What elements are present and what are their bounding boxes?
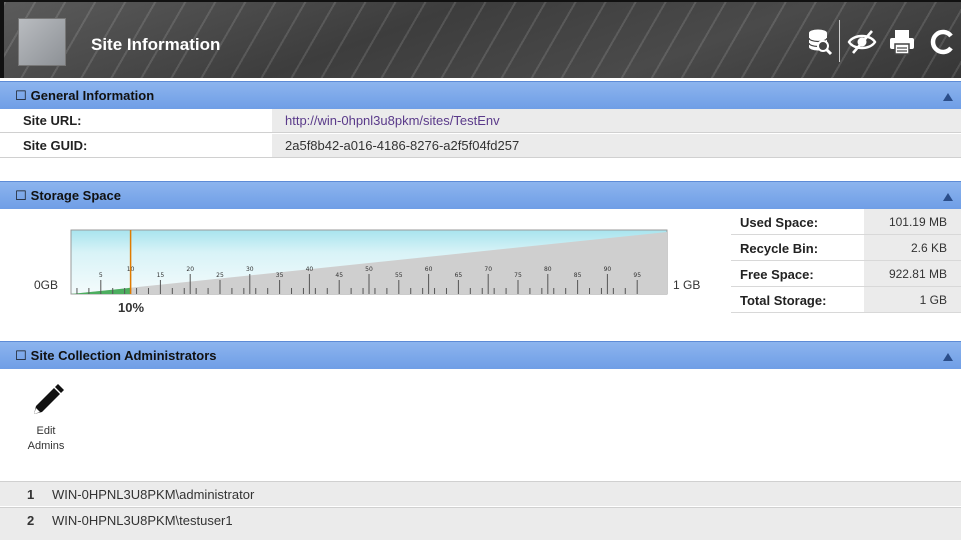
site-collection-administrators-header[interactable]: ☐ Site Collection Administrators [0,341,961,369]
page-title: Site Information [91,35,221,54]
collapse-box-icon[interactable]: ☐ [15,348,27,364]
recycle-bin-row: Recycle Bin: 2.6 KB [731,235,961,261]
stat-label: Total Storage: [731,287,864,312]
gauge-tick-label: 45 [335,272,343,279]
stat-value: 2.6 KB [864,235,961,260]
storage-gauge: 5101520253035404550556065707580859095 0G… [0,209,730,333]
site-thumbnail [18,18,66,66]
title-bar: Site Information [0,0,961,78]
gauge-tick-label: 80 [544,266,552,273]
free-space-row: Free Space: 922.81 MB [731,261,961,287]
stat-value: 1 GB [864,287,961,312]
gauge-tick-label: 75 [514,272,522,279]
gauge-tick-label: 35 [276,272,284,279]
edit-admins-label-line2: Admins [27,440,65,452]
gauge-max-label: 1 GB [673,278,701,292]
gauge-tick-label: 30 [246,266,254,273]
edit-admins-button[interactable]: Edit Admins [18,380,74,454]
refresh-icon[interactable] [926,24,958,60]
gauge-tick-label: 70 [484,266,492,273]
administrators-panel: Edit Admins [0,370,961,480]
site-guid-row: Site GUID: 2a5f8b42-a016-4186-8276-a2f5f… [0,134,961,158]
collapse-box-icon[interactable]: ☐ [15,88,27,104]
section-title: Site Collection Administrators [30,348,217,363]
total-storage-row: Total Storage: 1 GB [731,287,961,313]
admin-name: WIN-0HPNL3U8PKM\testuser1 [52,513,233,528]
stat-label: Free Space: [731,261,864,286]
collapse-triangle-icon[interactable] [943,93,953,101]
stat-label: Used Space: [731,209,864,234]
section-title: General Information [30,88,155,103]
toolbar-divider [839,20,840,62]
printer-icon[interactable] [884,24,920,60]
general-information-header[interactable]: ☐ General Information [0,81,961,109]
gauge-tick-label: 60 [425,266,433,273]
gauge-tick-label: 65 [455,272,463,279]
site-guid-value: 2a5f8b42-a016-4186-8276-a2f5f04fd257 [272,134,961,157]
gauge-tick-label: 55 [395,272,403,279]
gauge-tick-label: 15 [157,272,165,279]
section-title: Storage Space [30,188,121,203]
gauge-tick-label: 50 [365,266,373,273]
gauge-percent-label: 10% [118,300,145,315]
gauge-tick-label: 90 [604,266,612,273]
pencil-icon [34,384,64,414]
stat-label: Recycle Bin: [731,235,864,260]
admin-index: 2 [27,513,35,528]
gauge-tick-label: 85 [574,272,582,279]
site-url-link[interactable]: http://win-0hpnl3u8pkm/sites/TestEnv [272,109,961,132]
gauge-tick-label: 20 [186,266,194,273]
gauge-tick-label: 25 [216,272,224,279]
stat-value: 922.81 MB [864,261,961,286]
storage-gauge-chart: 5101520253035404550556065707580859095 [70,229,668,295]
edit-admins-label-line1: Edit [36,425,56,437]
site-url-row: Site URL: http://win-0hpnl3u8pkm/sites/T… [0,109,961,133]
collapse-triangle-icon[interactable] [943,193,953,201]
gauge-tick-label: 95 [633,272,641,279]
database-search-icon[interactable] [802,24,838,60]
admin-list-item[interactable]: 2 WIN-0HPNL3U8PKM\testuser1 [0,507,961,540]
admin-name: WIN-0HPNL3U8PKM\administrator [52,487,255,502]
stat-value: 101.19 MB [864,209,961,234]
gauge-tick-label: 5 [99,272,103,279]
site-url-label: Site URL: [0,109,272,132]
collapse-triangle-icon[interactable] [943,353,953,361]
gauge-min-label: 0GB [34,278,59,292]
admin-list-item[interactable]: 1 WIN-0HPNL3U8PKM\administrator [0,481,961,506]
storage-stats-table: Used Space: 101.19 MB Recycle Bin: 2.6 K… [731,209,961,313]
used-space-row: Used Space: 101.19 MB [731,209,961,235]
collapse-box-icon[interactable]: ☐ [15,188,27,204]
gauge-tick-label: 40 [306,266,314,273]
storage-panel: 5101520253035404550556065707580859095 0G… [0,209,961,333]
admin-index: 1 [27,487,35,502]
site-guid-label: Site GUID: [0,134,272,157]
storage-space-header[interactable]: ☐ Storage Space [0,181,961,209]
eye-off-icon[interactable] [844,24,880,60]
